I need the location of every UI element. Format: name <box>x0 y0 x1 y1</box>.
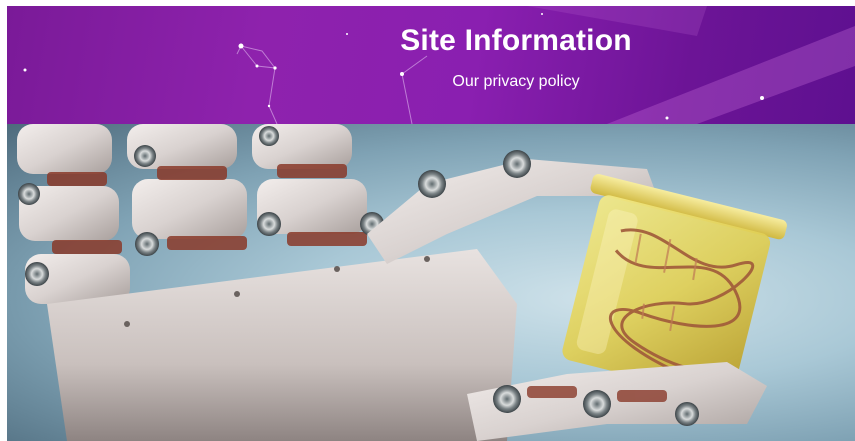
robot-hand-illustration <box>17 124 787 441</box>
header-banner: Site Information Our privacy policy <box>7 6 855 124</box>
robot-thumb <box>467 362 767 441</box>
page-title: Site Information <box>400 24 632 57</box>
hero-image <box>7 124 855 441</box>
page-subtitle: Our privacy policy <box>452 73 580 90</box>
page: Site Information Our privacy policy <box>0 0 855 441</box>
